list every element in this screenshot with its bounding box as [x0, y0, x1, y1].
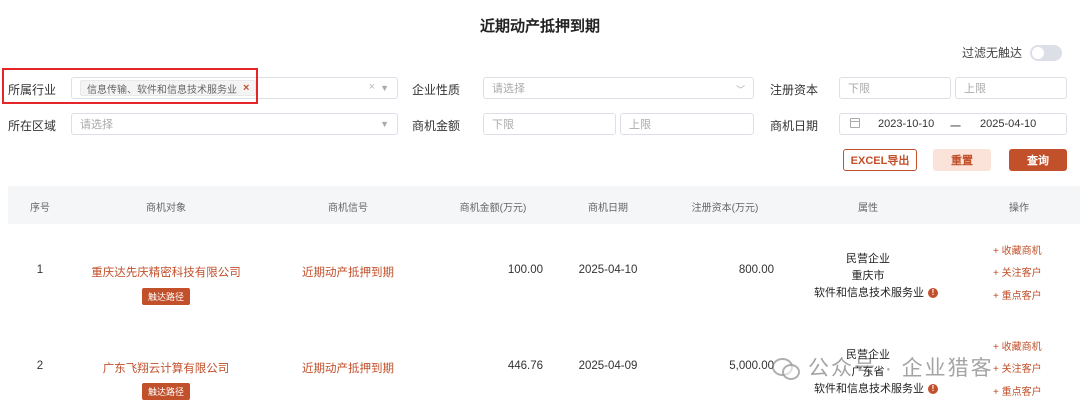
- wechat-icon: [772, 356, 800, 380]
- table-row-1-index: 1: [36, 264, 44, 276]
- amount-min-input[interactable]: 下限: [483, 113, 616, 135]
- column-header-index: 序号: [30, 203, 50, 214]
- table-row-1-amount: 100.00: [507, 264, 543, 276]
- table-row-2-signal-link[interactable]: 近期动产抵押到期: [302, 360, 394, 376]
- capital-min-input[interactable]: 下限: [839, 77, 951, 99]
- region-select[interactable]: 请选择 ▼: [71, 113, 398, 135]
- nature-label: 企业性质: [412, 83, 461, 97]
- table-row-1-reach-path-badge[interactable]: 触达路径: [141, 288, 191, 305]
- capital-min-placeholder: 下限: [848, 83, 870, 95]
- info-icon[interactable]: !: [928, 288, 938, 299]
- amount-min-placeholder: 下限: [492, 119, 514, 131]
- table-row-2-amount: 446.76: [507, 360, 543, 372]
- table-row-2-company-link[interactable]: 广东飞翔云计算有限公司: [103, 360, 230, 376]
- filter-no-reach-switch[interactable]: [1030, 44, 1062, 61]
- table-row-1-company-link[interactable]: 重庆达先庆精密科技有限公司: [91, 264, 241, 280]
- chevron-down-icon: ▼: [380, 83, 389, 93]
- column-header-date: 商机日期: [588, 203, 628, 214]
- table-row-1-favorite-button[interactable]: + 收藏商机: [993, 242, 1042, 257]
- nature-select[interactable]: 请选择 ﹀: [483, 77, 754, 99]
- watermark-text: 公众号 · 企业猎客: [808, 357, 994, 380]
- table-row-2-favorite-button[interactable]: + 收藏商机: [993, 338, 1042, 353]
- table-row-1-capital: 800.00: [738, 264, 774, 276]
- table-row-1-key-customer-button[interactable]: + 重点客户: [993, 287, 1042, 302]
- chevron-down-icon: ▼: [380, 119, 389, 129]
- capital-max-placeholder: 上限: [964, 83, 986, 95]
- table-row-1-signal-link[interactable]: 近期动产抵押到期: [302, 264, 394, 280]
- nature-placeholder: 请选择: [492, 83, 525, 95]
- date-separator: 一: [950, 121, 961, 133]
- excel-export-button[interactable]: EXCEL导出: [843, 149, 917, 171]
- chevron-down-icon: ﹀: [735, 85, 745, 95]
- column-header-signal: 商机信号: [328, 203, 368, 214]
- calendar-icon: [850, 118, 860, 128]
- query-button[interactable]: 查询: [1009, 149, 1067, 171]
- clear-icon[interactable]: ×: [369, 81, 375, 93]
- table-row-2-key-customer-button[interactable]: + 重点客户: [993, 383, 1042, 398]
- table-row-2-capital: 5,000.00: [729, 360, 774, 372]
- table-row-1-attr-type: 民营企业: [846, 253, 890, 265]
- watermark: 公众号 · 企业猎客: [772, 352, 994, 382]
- amount-max-placeholder: 上限: [629, 119, 651, 131]
- filter-no-reach-toggle-group: 过滤无触达: [962, 44, 1062, 61]
- column-header-capital: 注册资本(万元): [691, 203, 759, 214]
- table-row-2-follow-button[interactable]: + 关注客户: [993, 360, 1042, 375]
- capital-label: 注册资本: [770, 83, 819, 97]
- column-header-actions: 操作: [1009, 203, 1029, 214]
- table-row-1-date: 2025-04-10: [578, 264, 638, 276]
- column-header-attributes: 属性: [858, 203, 878, 214]
- highlight-annotation-box: [2, 68, 258, 104]
- column-header-company: 商机对象: [146, 203, 186, 214]
- table-row-1-attr-industry-group: 软件和信息技术服务业!: [814, 284, 938, 300]
- filter-no-reach-label: 过滤无触达: [961, 46, 1022, 60]
- amount-label: 商机金额: [412, 119, 461, 133]
- table-row-1-attr-industry: 软件和信息技术服务业: [814, 287, 924, 299]
- table-row-1-follow-button[interactable]: + 关注客户: [993, 264, 1042, 279]
- table-row-2-attr-industry-group: 软件和信息技术服务业!: [814, 380, 938, 396]
- amount-max-input[interactable]: 上限: [620, 113, 754, 135]
- column-header-amount: 商机金额(万元): [459, 203, 527, 214]
- table-row-2-date: 2025-04-09: [578, 360, 638, 372]
- date-label: 商机日期: [770, 119, 819, 133]
- date-range-picker[interactable]: 2023-10-10 一 2025-04-10: [839, 113, 1067, 135]
- region-placeholder: 请选择: [80, 119, 113, 131]
- page-title: 近期动产抵押到期: [479, 18, 600, 35]
- table-row-2-index: 2: [36, 360, 44, 372]
- info-icon[interactable]: !: [928, 384, 938, 395]
- date-start: 2023-10-10: [878, 118, 935, 130]
- date-end: 2025-04-10: [980, 118, 1037, 130]
- table-row-2-reach-path-badge[interactable]: 触达路径: [141, 383, 191, 400]
- region-label: 所在区域: [8, 119, 57, 133]
- reset-button[interactable]: 重置: [933, 149, 991, 171]
- table-row-2-attr-industry: 软件和信息技术服务业: [814, 383, 924, 395]
- table-row-1-attr-region: 重庆市: [851, 270, 885, 282]
- capital-max-input[interactable]: 上限: [955, 77, 1067, 99]
